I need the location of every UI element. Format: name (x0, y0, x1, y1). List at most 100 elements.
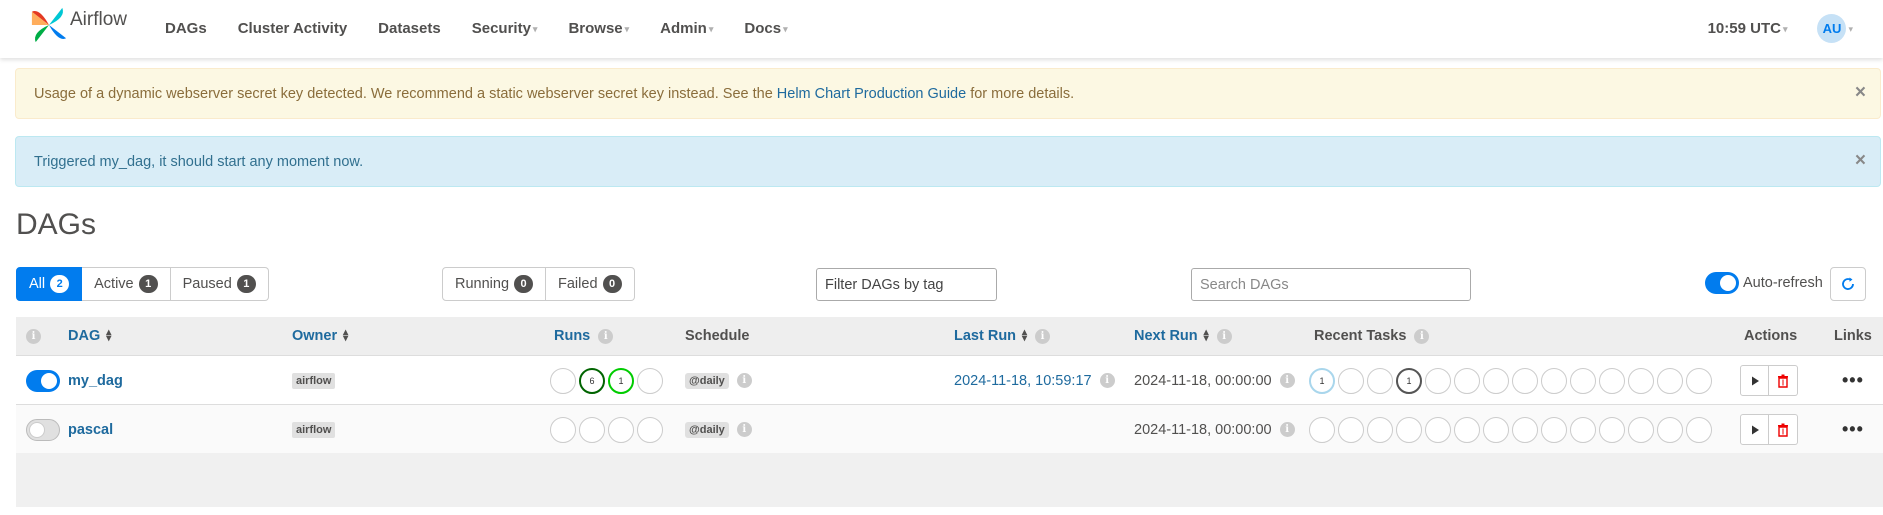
run-state-circle[interactable] (550, 416, 576, 443)
info-icon[interactable]: i (1216, 328, 1232, 344)
task-state-circle[interactable] (1657, 416, 1683, 443)
task-state-circle[interactable] (1541, 416, 1567, 443)
dag-pause-toggle[interactable] (26, 369, 60, 392)
close-icon[interactable]: × (1855, 151, 1866, 170)
task-state-circle[interactable]: 1 (1309, 367, 1335, 394)
sort-icon[interactable]: ▴ ▾ (1022, 328, 1027, 344)
info-icon[interactable]: i (26, 328, 41, 344)
filter-all-button[interactable]: All 2 (16, 267, 83, 301)
owner-tag[interactable]: airflow (292, 421, 336, 438)
task-state-circle[interactable] (1686, 416, 1712, 443)
task-state-circle[interactable] (1425, 416, 1451, 443)
task-state-circle[interactable] (1338, 416, 1364, 443)
airflow-brand[interactable]: Airflow (30, 6, 127, 44)
run-state-circle[interactable] (637, 416, 663, 443)
header-last-run[interactable]: Last Run ▴ ▾ i (954, 317, 1051, 355)
header-last-run-label: Last Run (954, 328, 1017, 344)
header-next-run[interactable]: Next Run ▴ ▾ i (1134, 317, 1232, 355)
task-state-circle[interactable] (1512, 367, 1538, 394)
trigger-dag-button[interactable] (1740, 414, 1769, 445)
header-recent-tasks-label: Recent Tasks (1314, 328, 1407, 344)
nav-security[interactable]: Security ▾ (472, 20, 538, 37)
info-icon[interactable]: i (736, 422, 752, 437)
task-state-circle[interactable] (1396, 416, 1422, 443)
sort-icon[interactable]: ▴ ▾ (343, 328, 348, 344)
info-icon[interactable]: i (598, 328, 614, 344)
filter-active-button[interactable]: Active 1 (82, 267, 171, 301)
task-state-circle[interactable] (1628, 367, 1654, 394)
auto-refresh-toggle[interactable] (1705, 272, 1739, 294)
search-dags-input[interactable] (1191, 268, 1471, 301)
filter-running-button[interactable]: Running 0 (442, 267, 547, 301)
header-owner[interactable]: Owner ▴ ▾ (292, 317, 348, 355)
header-dag[interactable]: DAG ▴ ▾ (68, 317, 111, 355)
run-state-circle[interactable] (608, 416, 634, 443)
avatar: AU (1817, 13, 1847, 43)
run-state-circle[interactable]: 6 (579, 367, 605, 394)
info-icon[interactable]: i (1099, 373, 1115, 388)
schedule-tag[interactable]: @daily (685, 421, 729, 438)
task-state-circle[interactable] (1570, 416, 1596, 443)
user-menu[interactable]: AU ▾ (1817, 13, 1853, 43)
timezone-clock[interactable]: 10:59 UTC ▾ (1708, 20, 1788, 37)
nav-datasets[interactable]: Datasets (378, 20, 441, 37)
nav-right: 10:59 UTC ▾ AU ▾ (1708, 0, 1853, 56)
run-state-circle[interactable] (550, 367, 576, 394)
close-icon[interactable]: × (1855, 83, 1866, 102)
nav-dags[interactable]: DAGs (165, 20, 207, 37)
filter-paused-button[interactable]: Paused 1 (170, 267, 269, 301)
sort-icon[interactable]: ▴ ▾ (1204, 328, 1209, 344)
task-state-circle[interactable] (1483, 416, 1509, 443)
task-state-circle[interactable] (1425, 367, 1451, 394)
run-state-circle[interactable] (579, 416, 605, 443)
task-state-circle[interactable] (1599, 367, 1625, 394)
task-state-circle[interactable] (1541, 367, 1567, 394)
helm-chart-guide-link[interactable]: Helm Chart Production Guide (777, 86, 966, 102)
nav-browse[interactable]: Browse ▾ (568, 20, 629, 37)
task-state-circle[interactable] (1454, 367, 1480, 394)
more-links-icon[interactable]: ••• (1842, 419, 1864, 440)
task-state-circle[interactable] (1570, 367, 1596, 394)
chevron-down-icon: ▾ (532, 23, 538, 34)
trash-icon (1778, 374, 1788, 388)
info-icon[interactable]: i (736, 373, 752, 388)
task-state-circle[interactable] (1628, 416, 1654, 443)
run-state-circle[interactable]: 1 (608, 367, 634, 394)
dag-link[interactable]: pascal (68, 422, 113, 438)
owner-tag[interactable]: airflow (292, 372, 336, 389)
tag-filter-input[interactable] (816, 268, 997, 301)
task-state-circle[interactable] (1512, 416, 1538, 443)
task-state-circle[interactable] (1454, 416, 1480, 443)
info-icon[interactable]: i (1279, 422, 1295, 437)
task-state-circle[interactable] (1309, 416, 1335, 443)
task-state-circle[interactable] (1338, 367, 1364, 394)
last-run-link[interactable]: 2024-11-18, 10:59:17 (954, 373, 1092, 389)
task-state-circle[interactable] (1686, 367, 1712, 394)
task-state-circle[interactable] (1367, 367, 1393, 394)
task-state-circle[interactable] (1483, 367, 1509, 394)
info-icon[interactable]: i (1414, 328, 1430, 344)
delete-dag-button[interactable] (1769, 414, 1798, 445)
info-icon[interactable]: i (1035, 328, 1051, 344)
nav-datasets-label: Datasets (378, 19, 441, 37)
trigger-dag-button[interactable] (1740, 365, 1769, 396)
filter-failed-button[interactable]: Failed 0 (546, 267, 635, 301)
dag-pause-toggle[interactable] (26, 418, 60, 441)
sort-icon[interactable]: ▴ ▾ (106, 328, 111, 344)
task-state-circle[interactable] (1599, 416, 1625, 443)
refresh-button[interactable] (1830, 267, 1866, 301)
more-links-icon[interactable]: ••• (1842, 370, 1864, 391)
info-icon[interactable]: i (1279, 373, 1295, 388)
run-state-circle[interactable] (637, 367, 663, 394)
task-state-circle[interactable] (1367, 416, 1393, 443)
nav-cluster-activity[interactable]: Cluster Activity (238, 20, 347, 37)
task-state-circle[interactable] (1657, 367, 1683, 394)
delete-dag-button[interactable] (1769, 365, 1798, 396)
filter-all-label: All (29, 276, 46, 292)
schedule-cell: @daily i (685, 356, 752, 405)
nav-admin[interactable]: Admin ▾ (660, 20, 713, 37)
nav-docs[interactable]: Docs ▾ (744, 20, 787, 37)
schedule-tag[interactable]: @daily (685, 372, 729, 389)
dag-link[interactable]: my_dag (68, 373, 123, 389)
task-state-circle[interactable]: 1 (1396, 367, 1422, 394)
